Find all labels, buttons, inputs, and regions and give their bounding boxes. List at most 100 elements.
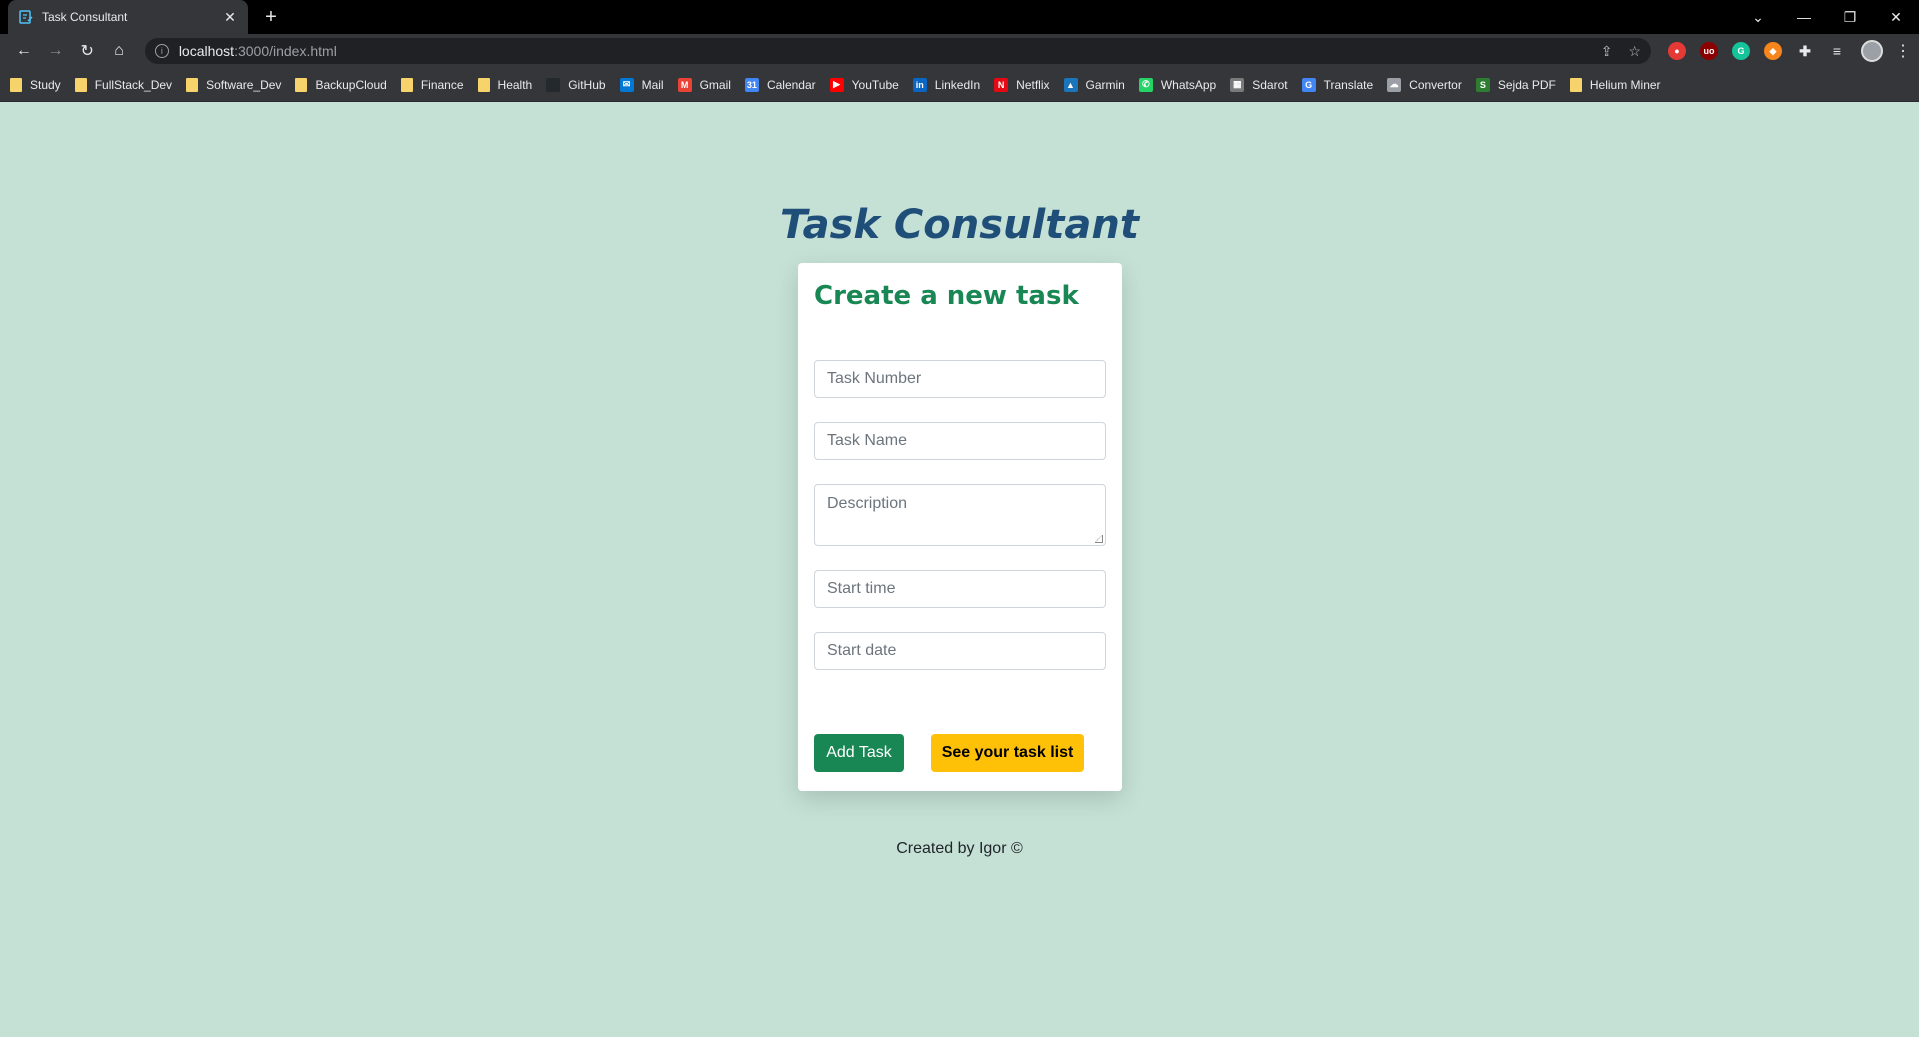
bookmark-sejda-pdf[interactable]: S Sejda PDF: [1475, 77, 1556, 92]
bookmark-star-icon[interactable]: ☆: [1628, 43, 1641, 60]
youtube-icon: ▶: [829, 77, 844, 92]
convertor-icon: ☁: [1387, 77, 1402, 92]
close-tab-icon[interactable]: ✕: [222, 9, 238, 26]
bookmark-health[interactable]: Health: [477, 77, 533, 92]
bookmark-label: Convertor: [1409, 77, 1462, 92]
bookmark-label: FullStack_Dev: [94, 77, 173, 92]
mail-icon: ✉: [619, 77, 634, 92]
task-number-input[interactable]: Task Number: [814, 360, 1106, 398]
tab-search-icon[interactable]: ⌄: [1735, 9, 1781, 26]
bookmark-youtube[interactable]: ▶ YouTube: [829, 77, 899, 92]
bookmark-garmin[interactable]: ▲ Garmin: [1063, 77, 1125, 92]
bookmark-label: Mail: [641, 77, 664, 92]
github-icon: [546, 77, 561, 92]
footer-credit: Created by Igor ©: [896, 840, 1023, 857]
extensions-puzzle-icon[interactable]: ✚: [1796, 42, 1814, 60]
site-info-icon[interactable]: i: [154, 44, 169, 58]
grammarly-icon[interactable]: G: [1731, 42, 1750, 60]
share-icon[interactable]: ⇪: [1601, 43, 1613, 60]
resize-handle-icon[interactable]: [1095, 535, 1103, 543]
folder-icon: [400, 77, 413, 92]
bookmark-backupcloud[interactable]: BackupCloud: [295, 77, 387, 92]
bookmark-label: Netflix: [1016, 77, 1050, 92]
bookmark-label: Health: [497, 77, 533, 92]
bookmark-label: Study: [30, 77, 61, 92]
browser-menu-icon[interactable]: ⋮: [1895, 41, 1911, 61]
back-icon[interactable]: ←: [8, 37, 40, 65]
description-textarea[interactable]: Description: [814, 484, 1106, 546]
linkedin-icon: in: [912, 77, 927, 92]
folder-icon: [74, 77, 87, 92]
extension-red-icon[interactable]: ●: [1667, 42, 1686, 60]
bookmark-label: Sdarot: [1252, 77, 1288, 92]
ublock-icon[interactable]: uo: [1699, 42, 1718, 60]
bookmark-linkedin[interactable]: in LinkedIn: [912, 77, 981, 92]
bookmark-mail[interactable]: ✉ Mail: [619, 77, 664, 92]
profile-avatar[interactable]: [1860, 40, 1883, 62]
window-controls: ⌄ — ❐ ✕: [1735, 0, 1919, 34]
sdarot-icon: ▦: [1230, 77, 1245, 92]
reload-icon[interactable]: ↻: [71, 37, 103, 65]
netflix-icon: N: [994, 77, 1009, 92]
home-icon[interactable]: ⌂: [103, 37, 135, 65]
bookmark-label: BackupCloud: [315, 77, 387, 92]
page-title: Task Consultant: [780, 202, 1139, 248]
bookmark-label: Translate: [1323, 77, 1374, 92]
calendar-icon: 31: [744, 77, 759, 92]
description-placeholder: Description: [827, 495, 908, 512]
bookmark-helium-miner[interactable]: Helium Miner: [1569, 77, 1661, 92]
bookmark-netflix[interactable]: N Netflix: [994, 77, 1050, 92]
sejda-icon: S: [1475, 77, 1490, 92]
folder-icon: [1569, 77, 1582, 92]
see-task-list-button[interactable]: See your task list: [931, 734, 1084, 772]
garmin-icon: ▲: [1063, 77, 1078, 92]
bookmark-study[interactable]: Study: [10, 77, 61, 92]
bookmark-github[interactable]: GitHub: [546, 77, 606, 92]
folder-icon: [477, 77, 490, 92]
tab-title: Task Consultant: [42, 10, 128, 24]
gmail-icon: M: [677, 77, 692, 92]
bookmark-label: LinkedIn: [934, 77, 981, 92]
restore-icon[interactable]: ❐: [1827, 9, 1873, 26]
bookmark-label: YouTube: [851, 77, 899, 92]
bookmark-translate[interactable]: G Translate: [1301, 77, 1374, 92]
bookmark-label: Finance: [420, 77, 464, 92]
bookmark-label: Gmail: [699, 77, 731, 92]
url-path: :3000/index.html: [234, 43, 337, 59]
bookmarks-bar: Study FullStack_Dev Software_Dev BackupClou…: [0, 68, 1919, 102]
active-tab[interactable]: Task Consultant ✕: [8, 0, 248, 34]
bookmark-finance[interactable]: Finance: [400, 77, 464, 92]
folder-icon: [295, 77, 308, 92]
bookmark-software-dev[interactable]: Software_Dev: [186, 77, 281, 92]
whatsapp-icon: ✆: [1138, 77, 1153, 92]
address-bar[interactable]: i localhost:3000/index.html ⇪ ☆: [144, 38, 1651, 64]
browser-toolbar: ← → ↻ ⌂ i localhost:3000/index.html ⇪ ☆ …: [0, 34, 1919, 68]
bookmark-whatsapp[interactable]: ✆ WhatsApp: [1138, 77, 1217, 92]
bookmark-gmail[interactable]: M Gmail: [677, 77, 731, 92]
metamask-icon[interactable]: ◆: [1763, 42, 1782, 60]
reading-list-icon[interactable]: ≡: [1828, 42, 1846, 60]
bookmark-sdarot[interactable]: ▦ Sdarot: [1230, 77, 1288, 92]
card-title: Create a new task: [814, 281, 1079, 311]
extensions-row: ● uo G ◆ ✚ ≡ ⋮: [1661, 40, 1911, 62]
task-name-input[interactable]: Task Name: [814, 422, 1106, 460]
bookmark-label: GitHub: [568, 77, 606, 92]
bookmark-label: Helium Miner: [1589, 77, 1661, 92]
new-tab-icon[interactable]: +: [260, 6, 282, 29]
bookmark-label: WhatsApp: [1160, 77, 1217, 92]
start-date-input[interactable]: Start date: [814, 632, 1106, 670]
add-task-button[interactable]: Add Task: [814, 734, 904, 772]
url-host: localhost: [178, 43, 235, 59]
bookmark-label: Garmin: [1085, 77, 1125, 92]
translate-icon: G: [1301, 77, 1316, 92]
app-favicon-icon: [19, 10, 33, 24]
bookmark-calendar[interactable]: 31 Calendar: [744, 77, 816, 92]
bookmark-fullstack-dev[interactable]: FullStack_Dev: [74, 77, 173, 92]
close-window-icon[interactable]: ✕: [1873, 9, 1919, 26]
bookmark-convertor[interactable]: ☁ Convertor: [1387, 77, 1462, 92]
forward-icon[interactable]: →: [40, 37, 72, 65]
browser-chrome: Task Consultant ✕ + ⌄ — ❐ ✕ ← → ↻ ⌂ i lo…: [0, 0, 1919, 102]
minimize-icon[interactable]: —: [1781, 9, 1827, 25]
start-time-input[interactable]: Start time: [814, 570, 1106, 608]
bookmark-label: Sejda PDF: [1497, 77, 1556, 92]
